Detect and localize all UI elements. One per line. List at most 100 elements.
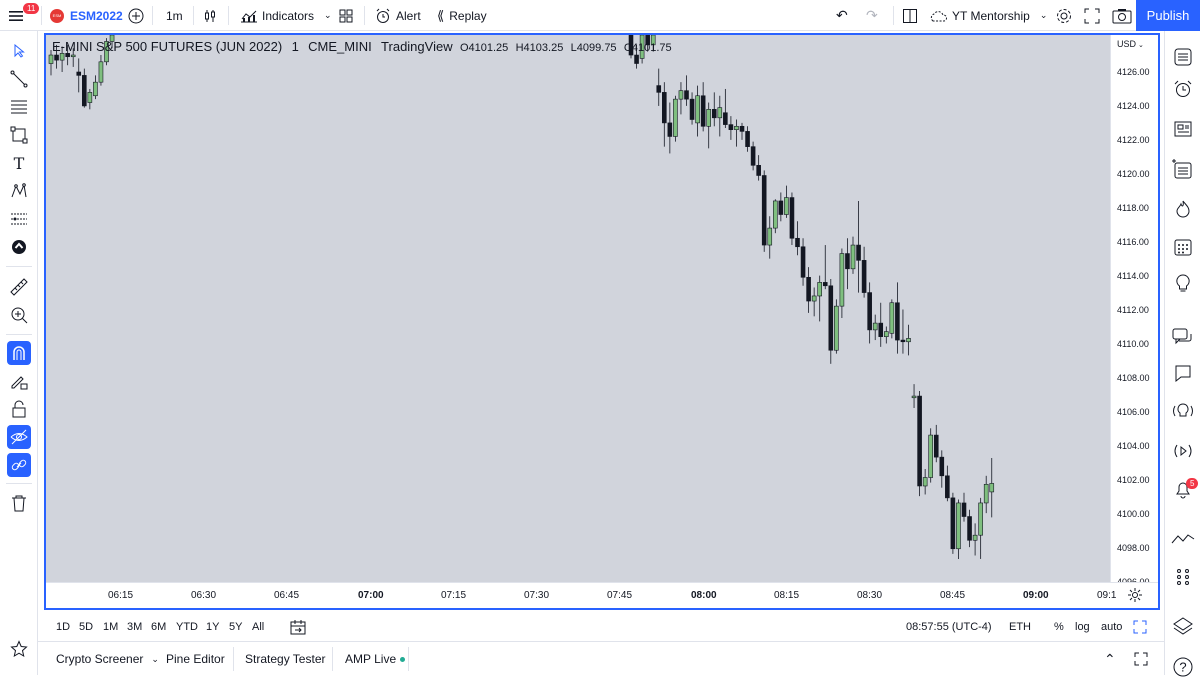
- streams-button[interactable]: [1171, 399, 1195, 423]
- range-button-1d[interactable]: 1D: [56, 612, 70, 642]
- depth-button[interactable]: [1171, 565, 1195, 589]
- time-axis[interactable]: 06:15 06:30 06:45 07:00 07:15 07:30 07:45 08:00…: [46, 582, 1158, 608]
- redo-button[interactable]: ↷: [866, 0, 878, 31]
- log-toggle[interactable]: log: [1075, 612, 1090, 642]
- layout-select-button[interactable]: [902, 0, 918, 31]
- calendar-button[interactable]: [1171, 235, 1195, 259]
- layout-name-button[interactable]: YT Mentorship ⌄: [928, 0, 1047, 31]
- candle-right-28: [784, 185, 789, 218]
- calendar-sparkle-icon: [1172, 159, 1192, 179]
- go-to-date-button[interactable]: [290, 612, 306, 642]
- candle-right-25: [767, 216, 773, 259]
- products-button[interactable]: [1171, 615, 1195, 639]
- chats-button[interactable]: [1171, 325, 1195, 349]
- help-button[interactable]: ?: [1171, 655, 1195, 679]
- candle-body: [717, 107, 723, 119]
- price-tick-label: 4120.00: [1117, 169, 1150, 179]
- candle-body: [817, 282, 823, 297]
- snapshot-button[interactable]: [1112, 0, 1132, 31]
- chart-pane[interactable]: E-MINI S&P 500 FUTURES (JUN 2022) 1 CME_…: [44, 33, 1160, 610]
- order-panel-button[interactable]: [1171, 527, 1195, 551]
- range-button-1y[interactable]: 1Y: [206, 612, 219, 642]
- fit-icon: [1133, 620, 1147, 634]
- indicators-button[interactable]: Indicators ⌄: [240, 0, 332, 31]
- chat-bubbles-icon: [1172, 328, 1192, 345]
- fullscreen-button[interactable]: [1084, 0, 1100, 31]
- range-button-5d[interactable]: 5D: [79, 612, 93, 642]
- tab-strategy-tester[interactable]: Strategy Tester: [245, 643, 325, 675]
- menu-button[interactable]: [8, 0, 24, 31]
- trend-line-tool[interactable]: [7, 67, 31, 91]
- symbol-search[interactable]: ESM ESM2022: [50, 0, 123, 31]
- hide-drawings-tool[interactable]: [7, 425, 31, 449]
- publish-button[interactable]: Publish: [1136, 0, 1200, 31]
- alerts-button[interactable]: [1171, 77, 1195, 101]
- price-chart[interactable]: [46, 35, 1110, 582]
- price-tick-label: 4104.00: [1117, 441, 1150, 451]
- replay-button[interactable]: ⟪ Replay: [437, 0, 487, 31]
- undo-button[interactable]: ↶: [836, 0, 848, 31]
- session-button[interactable]: ETH: [1009, 612, 1031, 642]
- percent-toggle[interactable]: %: [1054, 612, 1064, 642]
- range-button-1m[interactable]: 1M: [103, 612, 118, 642]
- range-button-ytd[interactable]: YTD: [176, 612, 198, 642]
- maximize-panel-button[interactable]: [1134, 643, 1148, 675]
- stay-drawing-tool[interactable]: [7, 369, 31, 393]
- hide-toolbar-button[interactable]: [7, 235, 31, 259]
- favorites-tool[interactable]: [7, 637, 31, 661]
- settings-button[interactable]: [1055, 0, 1073, 31]
- magnet-tool[interactable]: [7, 341, 31, 365]
- lock-tool[interactable]: [7, 397, 31, 421]
- range-button-3m[interactable]: 3M: [127, 612, 142, 642]
- candle-right-7: [667, 102, 673, 154]
- broadcast-button[interactable]: [1171, 439, 1195, 463]
- time-tick-label: 08:00: [691, 590, 717, 601]
- range-button-6m[interactable]: 6M: [151, 612, 166, 642]
- ruler-tool[interactable]: [7, 275, 31, 299]
- auto-toggle[interactable]: auto: [1101, 612, 1122, 642]
- hotlist-button[interactable]: [1171, 197, 1195, 221]
- expand-panel-button[interactable]: ⌃: [1104, 643, 1116, 675]
- ideas-button[interactable]: [1171, 271, 1195, 295]
- rectangle-tool[interactable]: [7, 123, 31, 147]
- interval-button[interactable]: 1m: [166, 0, 183, 31]
- candle-body: [678, 90, 684, 100]
- tab-pine-editor[interactable]: Pine Editor: [166, 643, 225, 675]
- tab-broker-amp-live[interactable]: AMP Live: [345, 643, 406, 675]
- text-tool[interactable]: T: [7, 151, 31, 175]
- delete-drawings-tool[interactable]: [7, 491, 31, 515]
- pattern-tool[interactable]: [7, 179, 31, 203]
- tab-crypto-screener[interactable]: Crypto Screener ⌄: [56, 643, 159, 675]
- compare-symbol-button[interactable]: [127, 0, 145, 31]
- prediction-tool[interactable]: [7, 207, 31, 231]
- calendar-icon: [1174, 239, 1192, 256]
- candle-right-9: [678, 82, 684, 115]
- fit-button[interactable]: [1133, 612, 1147, 642]
- news-button[interactable]: [1171, 117, 1195, 141]
- currency-menu[interactable]: USD ⌄: [1117, 39, 1144, 49]
- fib-tool[interactable]: [7, 95, 31, 119]
- candle-body: [800, 246, 806, 278]
- indicators-icon: [241, 10, 257, 22]
- candle-right-11: [689, 92, 695, 125]
- sync-drawings-tool[interactable]: [7, 453, 31, 477]
- range-button-all[interactable]: All: [252, 612, 264, 642]
- zoom-tool[interactable]: [7, 303, 31, 327]
- alert-button[interactable]: Alert: [375, 0, 421, 31]
- price-axis[interactable]: USD ⌄ 4126.00 4124.00 4122.00 4120.00 4118.0…: [1110, 35, 1158, 608]
- layouts-button[interactable]: [339, 0, 353, 31]
- tab-label: AMP Live: [345, 652, 397, 666]
- axis-settings-button[interactable]: [1127, 587, 1143, 608]
- watchlist-button[interactable]: [1171, 45, 1195, 69]
- public-chat-button[interactable]: [1171, 361, 1195, 385]
- chart-type-button[interactable]: [203, 0, 219, 31]
- candle-body: [778, 200, 784, 215]
- candle-body: [978, 502, 983, 536]
- cursor-tool[interactable]: [7, 39, 31, 63]
- lock-open-icon: [12, 400, 26, 418]
- alarm-clock-icon: [376, 8, 390, 23]
- timezone-clock[interactable]: 08:57:55 (UTC-4): [906, 612, 992, 642]
- range-button-5y[interactable]: 5Y: [229, 612, 242, 642]
- candles-icon: [205, 9, 215, 22]
- ideas-stream-button[interactable]: [1171, 157, 1195, 181]
